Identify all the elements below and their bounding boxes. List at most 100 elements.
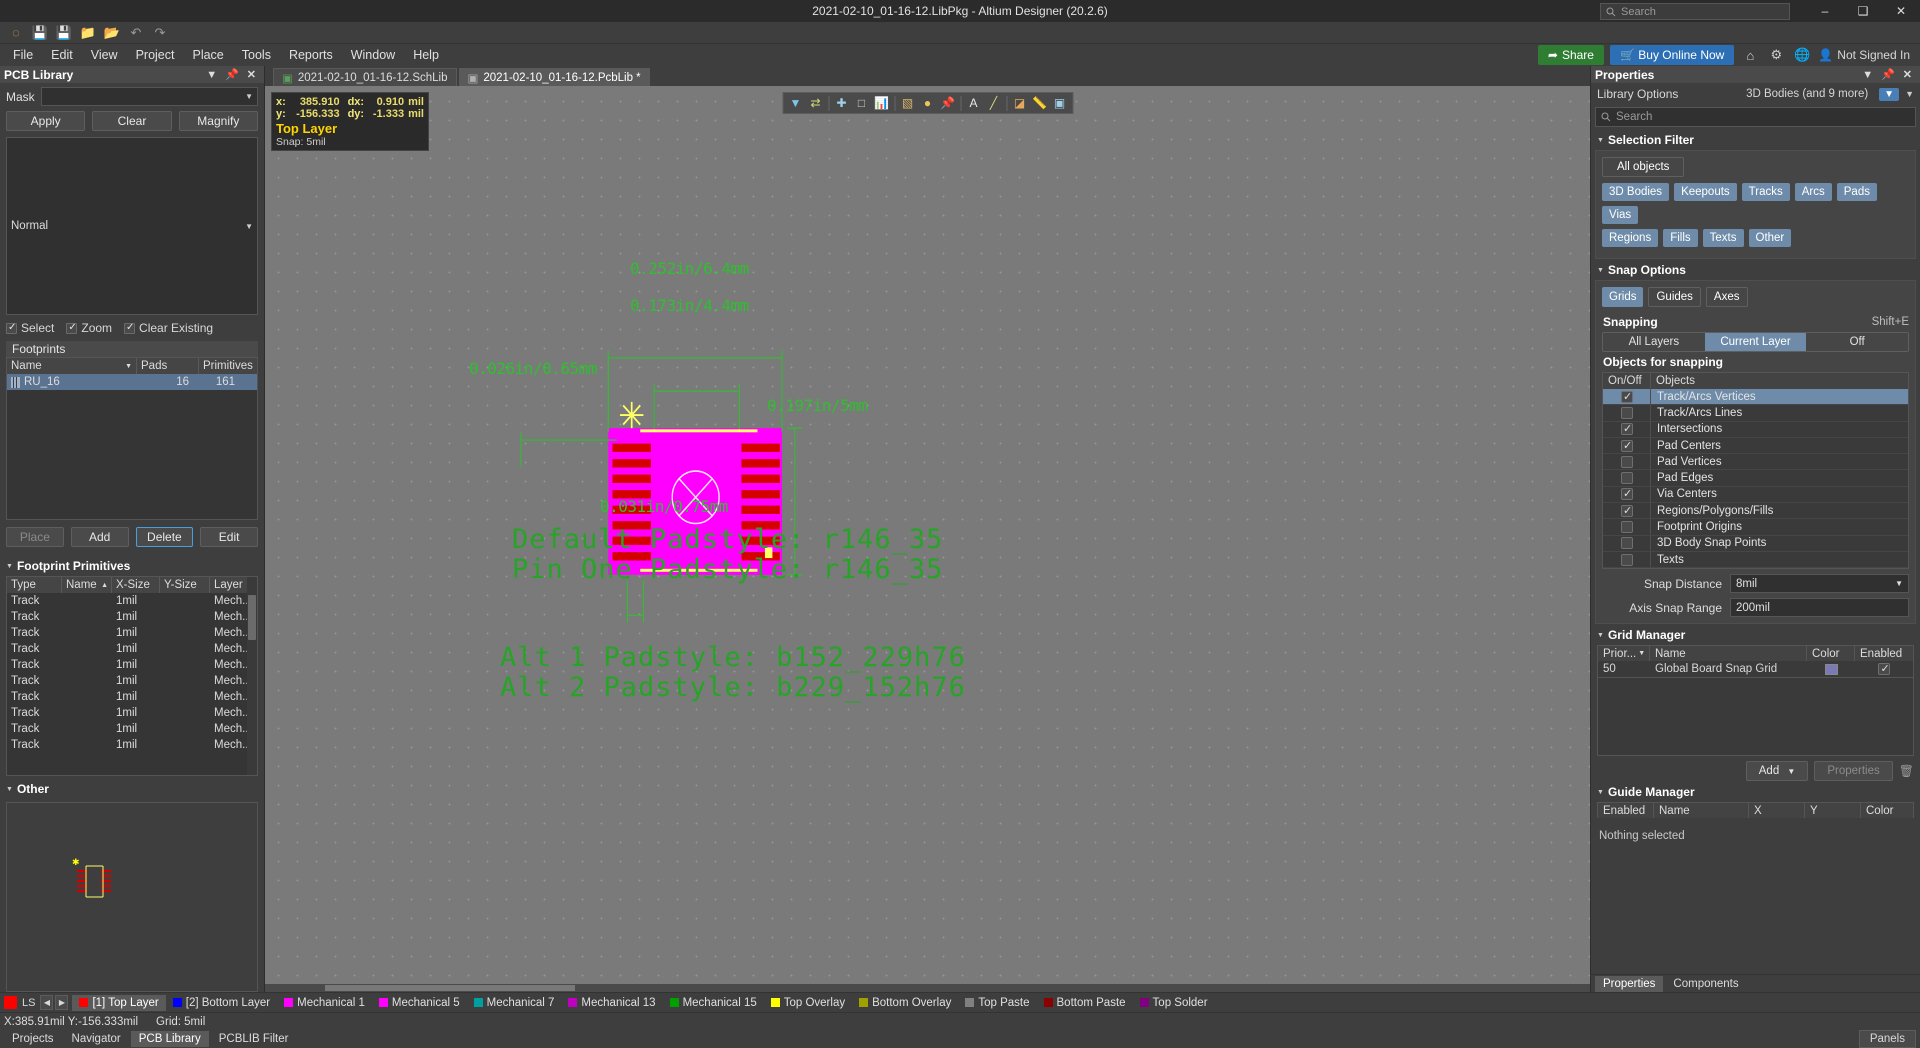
footprints-col-primitives[interactable]: Primitives (199, 358, 257, 374)
table-row[interactable]: Track 1mil Mech... (7, 737, 257, 753)
panel-pin-icon[interactable]: 📌 (1877, 68, 1899, 81)
polygon-icon[interactable]: ◪ (1010, 94, 1029, 112)
layer-tab-mechanical-13[interactable]: Mechanical 13 (561, 995, 662, 1011)
axis-snap-input[interactable]: 200mil (1730, 598, 1909, 618)
selection-filter-arcs[interactable]: Arcs (1794, 183, 1832, 201)
primitives-col-xsize[interactable]: X-Size (112, 577, 160, 593)
eraser-icon[interactable]: ▧ (898, 94, 917, 112)
add-button[interactable]: Add (70, 527, 129, 547)
snap-object-checkbox[interactable] (1603, 535, 1651, 551)
save-all-icon[interactable]: 💾 (54, 24, 74, 42)
properties-search-input[interactable]: Search (1595, 107, 1916, 127)
panels-button[interactable]: Panels (1858, 1030, 1916, 1048)
chevron-down-icon[interactable]: ▼ (1905, 89, 1914, 99)
table-row[interactable]: Track 1mil Mech... (7, 705, 257, 721)
bottom-tab-navigator[interactable]: Navigator (64, 1031, 129, 1047)
gm-col-priority[interactable]: Prior... ▼ (1598, 646, 1650, 662)
guide-col-y[interactable]: Y (1805, 803, 1861, 819)
layer-tab-mechanical-7[interactable]: Mechanical 7 (467, 995, 562, 1011)
buy-online-button[interactable]: 🛒 Buy Online Now (1609, 45, 1735, 65)
primitives-scroll-thumb[interactable] (248, 595, 256, 640)
snap-object-row[interactable]: Pad Vertices (1603, 454, 1908, 471)
panel-dropdown-icon[interactable]: ▼ (202, 69, 221, 81)
crosshair-icon[interactable]: ✚ (832, 94, 851, 112)
home-icon[interactable]: ⌂ (1740, 46, 1760, 64)
menu-reports[interactable]: Reports (280, 45, 342, 65)
layer-tab-top-overlay[interactable]: Top Overlay (764, 995, 852, 1011)
layer-tab-bottom-paste[interactable]: Bottom Paste (1037, 995, 1133, 1011)
table-row[interactable]: Track 1mil Mech... (7, 689, 257, 705)
altium-icon[interactable]: ◌ (6, 24, 26, 42)
apply-button[interactable]: Apply (6, 111, 86, 131)
snap-object-checkbox[interactable] (1603, 437, 1651, 454)
guide-col-x[interactable]: X (1749, 803, 1805, 819)
table-row[interactable]: Track 1mil Mech... (7, 673, 257, 689)
circle-icon[interactable]: ● (918, 94, 937, 112)
place-button[interactable]: Place (6, 527, 64, 547)
grid-add-button[interactable]: Add ▼ (1745, 761, 1809, 782)
snap-object-checkbox[interactable] (1603, 519, 1651, 535)
menu-edit[interactable]: Edit (42, 45, 82, 65)
primitives-col-ysize[interactable]: Y-Size (160, 577, 210, 593)
other-section-header[interactable]: ▼ Other (6, 782, 258, 796)
layer-tab-mechanical-15[interactable]: Mechanical 15 (663, 995, 764, 1011)
layer-next-button[interactable]: ▶ (55, 995, 69, 1010)
snap-object-row[interactable]: Texts (1603, 551, 1908, 569)
gm-col-color[interactable]: Color (1807, 646, 1855, 662)
select-checkbox[interactable]: Select (6, 321, 54, 335)
net-icon[interactable]: ⇄ (806, 94, 825, 112)
snap-options-header[interactable]: ▼ Snap Options (1597, 263, 1916, 277)
snap-all-layers-button[interactable]: All Layers (1603, 333, 1705, 351)
mode-select[interactable]: Normal ▼ (6, 137, 258, 315)
redo-icon[interactable]: ↷ (150, 24, 170, 42)
footprint-row-ru16[interactable]: RU_16 16 161 (7, 374, 257, 390)
snap-object-checkbox[interactable] (1603, 389, 1651, 405)
snap-mode-grids[interactable]: Grids (1602, 287, 1644, 307)
menu-project[interactable]: Project (127, 45, 184, 65)
guide-col-enabled[interactable]: Enabled (1598, 803, 1654, 819)
table-row[interactable]: Track 1mil Mech... (7, 625, 257, 641)
tab-components[interactable]: Components (1665, 976, 1746, 992)
selection-filter-texts[interactable]: Texts (1702, 229, 1744, 247)
grid-manager-header[interactable]: ▼ Grid Manager (1597, 628, 1916, 642)
selection-filter-keepouts[interactable]: Keepouts (1674, 183, 1737, 201)
text-icon[interactable]: A (964, 94, 983, 112)
snap-mode-axes[interactable]: Axes (1705, 287, 1748, 307)
selection-filter-other[interactable]: Other (1748, 229, 1792, 247)
snap-object-row[interactable]: Footprint Origins (1603, 519, 1908, 536)
snap-object-row[interactable]: Track/Arcs Vertices (1603, 389, 1908, 406)
filter-icon[interactable]: ▼ (1879, 87, 1900, 101)
panel-close-icon[interactable]: ✕ (243, 68, 260, 81)
table-row[interactable]: Track 1mil Mech... (7, 641, 257, 657)
clear-existing-checkbox[interactable]: Clear Existing (124, 321, 213, 335)
footprints-col-pads[interactable]: Pads (137, 358, 199, 374)
snap-object-checkbox[interactable] (1603, 405, 1651, 421)
canvas-hscroll-thumb[interactable] (325, 985, 575, 991)
bottom-tab-pcblib-filter[interactable]: PCBLIB Filter (211, 1031, 297, 1047)
snap-object-checkbox[interactable] (1603, 470, 1651, 486)
tab-pcblib[interactable]: ▣ 2021-02-10_01-16-12.PcbLib * (458, 68, 650, 86)
mask-input[interactable]: ▼ (40, 87, 258, 106)
rectangle-icon[interactable]: □ (852, 94, 871, 112)
snap-object-row[interactable]: Via Centers (1603, 486, 1908, 504)
layer-tab--2-bottom-layer[interactable]: [2] Bottom Layer (166, 995, 277, 1011)
layer-tab-top-solder[interactable]: Top Solder (1133, 995, 1215, 1011)
table-row[interactable]: Track 1mil Mech... (7, 657, 257, 673)
snap-object-row[interactable]: Track/Arcs Lines (1603, 405, 1908, 422)
selection-filter-header[interactable]: ▼ Selection Filter (1597, 133, 1916, 147)
layer-tab-bottom-overlay[interactable]: Bottom Overlay (852, 995, 958, 1011)
tab-schlib[interactable]: ▣ 2021-02-10_01-16-12.SchLib (273, 68, 457, 86)
share-button[interactable]: ➦ Share (1537, 45, 1604, 65)
undo-icon[interactable]: ↶ (126, 24, 146, 42)
view-icon[interactable]: ▣ (1050, 94, 1069, 112)
layer-tab-mechanical-1[interactable]: Mechanical 1 (277, 995, 372, 1011)
open-project-icon[interactable]: 📂 (102, 24, 122, 42)
snap-object-checkbox[interactable] (1603, 421, 1651, 437)
primitives-scrollbar[interactable] (247, 577, 257, 775)
bottom-tab-projects[interactable]: Projects (4, 1031, 62, 1047)
maximize-button[interactable]: ❑ (1844, 0, 1882, 22)
menu-place[interactable]: Place (183, 45, 232, 65)
primitives-col-type[interactable]: Type (7, 577, 62, 593)
ls-label[interactable]: LS (19, 997, 38, 1009)
panel-pin-icon[interactable]: 📌 (221, 68, 243, 81)
